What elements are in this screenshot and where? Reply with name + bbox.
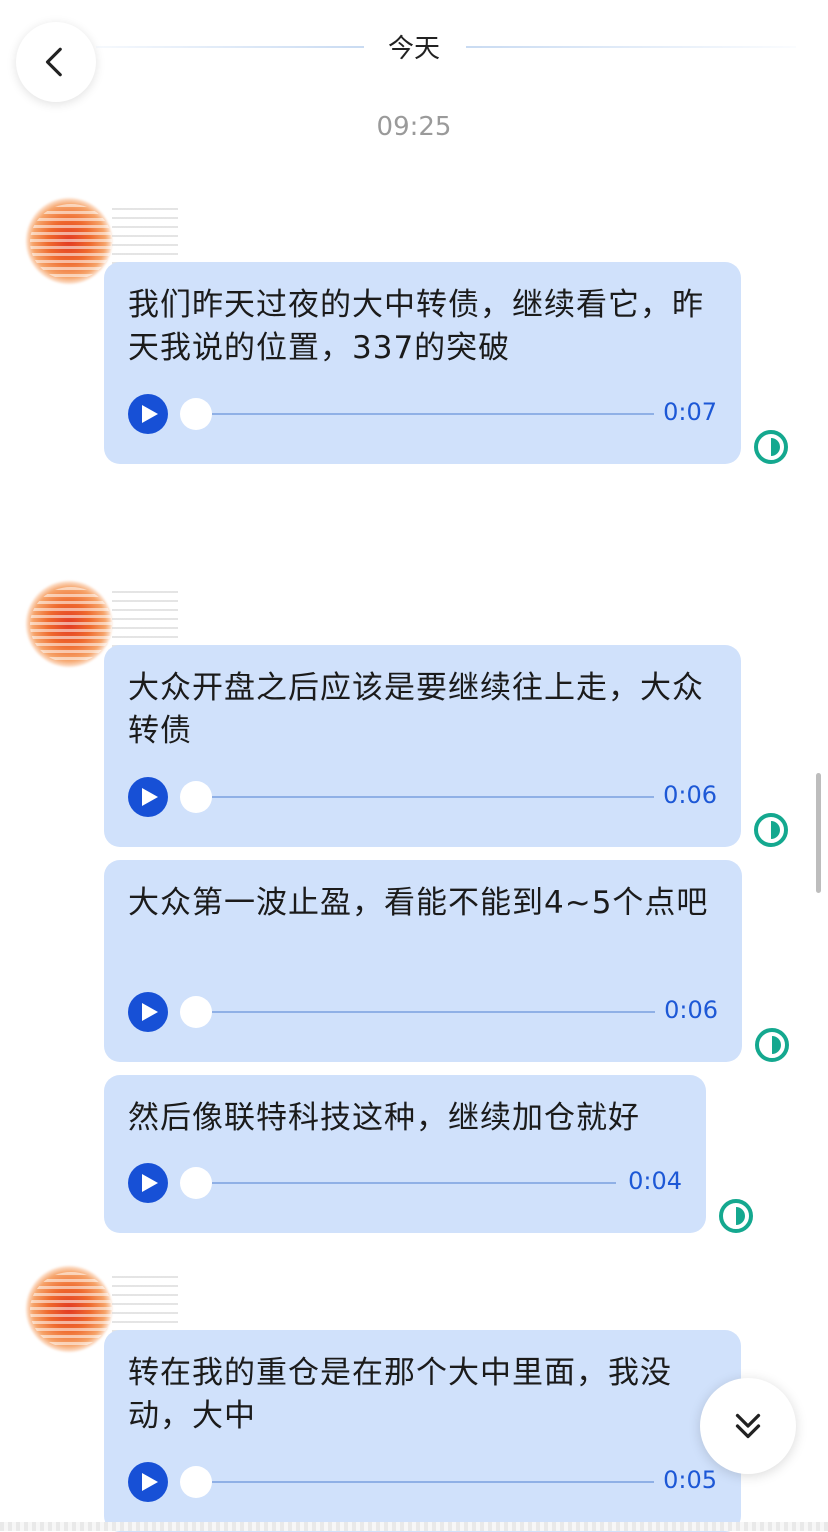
message-timestamp: 09:25 (376, 112, 452, 142)
audio-player: 0:04 (128, 1163, 682, 1203)
voice-transcript: 大众开盘之后应该是要继续往上走，大众转债 (128, 670, 704, 749)
play-icon (141, 1003, 158, 1021)
audio-scrubber-knob[interactable] (180, 996, 212, 1028)
play-icon (141, 405, 158, 423)
play-icon (141, 1473, 158, 1491)
audio-scrubber-knob[interactable] (180, 1466, 212, 1498)
audio-player: 0:05 (128, 1462, 717, 1502)
divider-line-right (466, 46, 796, 48)
voice-transcript: 转在我的重仓是在那个大中里面，我没动，大中 (128, 1355, 672, 1434)
chevron-left-icon (45, 47, 62, 77)
read-status-icon (754, 1027, 790, 1063)
audio-duration: 0:07 (663, 398, 717, 426)
play-icon (141, 788, 158, 806)
audio-player: 0:07 (128, 394, 717, 434)
audio-scrubber-knob[interactable] (180, 781, 212, 813)
voice-message-bubble[interactable]: 转在我的重仓是在那个大中里面，我没动，大中 0:05 (104, 1330, 741, 1532)
audio-progress-track[interactable] (212, 413, 654, 415)
audio-duration: 0:06 (663, 781, 717, 809)
scroll-to-bottom-button[interactable] (700, 1378, 796, 1474)
audio-player: 0:06 (128, 777, 717, 817)
play-button[interactable] (128, 1163, 168, 1203)
play-button[interactable] (128, 992, 168, 1032)
read-status-icon (753, 429, 789, 465)
audio-duration: 0:05 (663, 1466, 717, 1494)
voice-transcript: 然后像联特科技这种，继续加仓就好 (128, 1100, 640, 1136)
play-button[interactable] (128, 394, 168, 434)
audio-progress-track[interactable] (212, 1011, 655, 1013)
audio-scrubber-knob[interactable] (180, 398, 212, 430)
play-icon (141, 1174, 158, 1192)
audio-duration: 0:06 (664, 996, 718, 1024)
audio-player: 0:06 (128, 992, 718, 1032)
back-button[interactable] (16, 22, 96, 102)
voice-transcript: 大众第一波止盈，看能不能到4~5个点吧 (128, 885, 709, 921)
divider-line-left (96, 46, 364, 48)
scrollbar-thumb[interactable] (816, 773, 821, 893)
date-divider: 今天 (96, 26, 796, 66)
date-label: 今天 (387, 34, 440, 64)
voice-message-bubble[interactable]: 然后像联特科技这种，继续加仓就好 0:04 (104, 1075, 706, 1233)
audio-progress-track[interactable] (212, 1481, 654, 1483)
double-chevron-down-icon (735, 1413, 761, 1439)
read-status-icon (718, 1198, 754, 1234)
play-button[interactable] (128, 1462, 168, 1502)
read-status-icon (753, 812, 789, 848)
audio-progress-track[interactable] (212, 1182, 616, 1184)
audio-duration: 0:04 (628, 1167, 682, 1195)
audio-progress-track[interactable] (212, 796, 654, 798)
voice-transcript: 我们昨天过夜的大中转债，继续看它，昨天我说的位置，337的突破 (128, 287, 704, 366)
bottom-edge (0, 1522, 828, 1531)
voice-message-bubble[interactable]: 大众第一波止盈，看能不能到4~5个点吧 0:06 (104, 860, 742, 1062)
voice-message-bubble[interactable]: 大众开盘之后应该是要继续往上走，大众转债 0:06 (104, 645, 741, 847)
play-button[interactable] (128, 777, 168, 817)
audio-scrubber-knob[interactable] (180, 1167, 212, 1199)
voice-message-bubble[interactable]: 我们昨天过夜的大中转债，继续看它，昨天我说的位置，337的突破 0:07 (104, 262, 741, 464)
